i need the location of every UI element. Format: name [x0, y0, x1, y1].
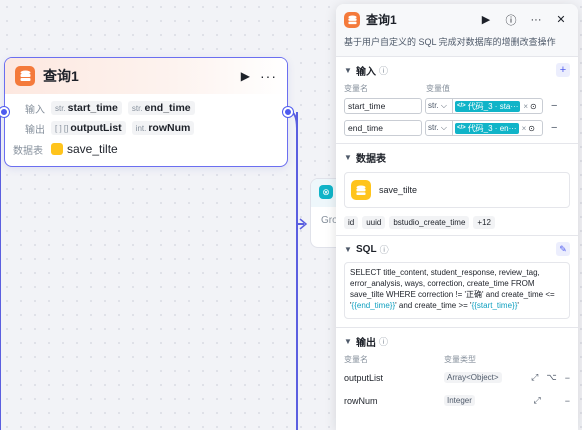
- output-name: outputList: [344, 372, 384, 383]
- table-section-header[interactable]: ▼ 数据表: [344, 144, 570, 170]
- remove-output-icon[interactable]: −: [565, 373, 570, 383]
- node-table-row: 数据表 save_tilte: [5, 138, 287, 160]
- output-tag: int. rowNum: [131, 121, 195, 135]
- sql-section: ▼ SQL ⓘ ✎ SELECT title_content, student_…: [336, 235, 578, 319]
- info-icon: ⓘ: [379, 336, 389, 347]
- sql-generate-icon[interactable]: ✎: [556, 242, 570, 256]
- input-name-field[interactable]: start_time: [344, 98, 422, 114]
- input-row: start_time str. ⌵ </> 代码_3 · sta··· × ⊙ −: [344, 95, 570, 117]
- node-output-port[interactable]: [283, 107, 293, 117]
- run-icon[interactable]: ▶: [477, 13, 495, 26]
- loop-icon: ⊗: [319, 185, 333, 199]
- node-inputs-row: 输入 str. start_time str. end_time: [5, 98, 287, 118]
- outputs-label: 输出: [25, 124, 45, 136]
- remove-input-button[interactable]: −: [551, 100, 557, 112]
- database-icon: [344, 11, 360, 28]
- output-section-header[interactable]: ▼ 输出 ⓘ: [344, 328, 570, 354]
- table-card[interactable]: save_tilte: [344, 172, 570, 208]
- info-icon: ⓘ: [379, 244, 389, 255]
- chevron-down-icon[interactable]: ▼: [344, 153, 356, 162]
- table-section: ▼ 数据表 save_tilte id uuid bstudio_create_…: [336, 143, 578, 235]
- run-icon[interactable]: ▶: [241, 69, 250, 83]
- type-select[interactable]: str. ⌵: [425, 120, 453, 136]
- table-section-title: 数据表: [356, 153, 386, 165]
- ref-tag: </> 代码_3 · en···: [455, 122, 519, 134]
- node-title: 查询1: [43, 68, 79, 84]
- field-chip: uuid: [362, 216, 386, 229]
- sql-editor[interactable]: SELECT title_content, student_response, …: [344, 262, 570, 319]
- type-select[interactable]: str. ⌵: [425, 98, 453, 114]
- input-ref-field[interactable]: </> 代码_3 · sta··· × ⊙: [453, 98, 543, 114]
- remove-output-icon[interactable]: −: [565, 396, 570, 406]
- chevron-down-icon[interactable]: ▼: [344, 66, 356, 75]
- input-row: end_time str. ⌵ </> 代码_3 · en··· × ⊙ −: [344, 117, 570, 139]
- input-section: ▼ 输入 ⓘ + 变量名 变量值 start_time str. ⌵ </> 代码…: [336, 56, 578, 139]
- remove-input-button[interactable]: −: [551, 122, 557, 134]
- database-icon: [15, 66, 35, 86]
- output-tag: [ ] [] outputList: [51, 121, 126, 135]
- help-icon[interactable]: ⓘ: [502, 12, 520, 28]
- input-tag: str. end_time: [127, 101, 195, 115]
- input-ref-field[interactable]: </> 代码_3 · en··· × ⊙: [453, 120, 543, 136]
- table-name: save_tilte: [67, 142, 118, 156]
- more-icon[interactable]: ···: [527, 14, 545, 26]
- sql-section-header[interactable]: ▼ SQL ⓘ ✎: [344, 236, 570, 262]
- field-chip: bstudio_create_time: [389, 216, 470, 229]
- add-child-icon[interactable]: ⌥: [546, 372, 556, 383]
- target-icon[interactable]: ⊙: [528, 124, 535, 133]
- output-name: rowNum: [344, 395, 378, 406]
- node-outputs-row: 输出 [ ] [] outputList int. rowNum: [5, 118, 287, 138]
- node-config-panel: 查询1 ▶ ⓘ ··· ✕ 基于用户自定义的 SQL 完成对数据库的增删改查操作…: [336, 4, 578, 430]
- output-col-header: 变量名 变量类型: [344, 355, 476, 364]
- node-header: 查询1 ▶ ···: [5, 58, 287, 94]
- table-icon: [351, 180, 371, 200]
- field-chips: id uuid bstudio_create_time +12: [344, 216, 570, 235]
- input-section-title: 输入: [356, 66, 376, 78]
- input-col-header: 变量名 变量值: [344, 84, 450, 93]
- output-row: rowNum Integer ⤢ −: [344, 389, 570, 412]
- ref-tag: </> 代码_3 · sta···: [455, 100, 521, 112]
- input-tag: str. start_time: [51, 101, 122, 115]
- output-type: Integer: [444, 395, 475, 406]
- panel-description: 基于用户自定义的 SQL 完成对数据库的增删改查操作: [336, 35, 578, 56]
- expand-icon[interactable]: ⤢: [534, 395, 541, 406]
- table-name: save_tilte: [379, 185, 418, 195]
- sql-section-title: SQL: [356, 243, 377, 255]
- table-icon: [51, 143, 63, 155]
- panel-header: 查询1 ▶ ⓘ ··· ✕: [336, 4, 578, 35]
- clear-icon[interactable]: ×: [522, 124, 527, 133]
- expand-icon[interactable]: ⤢: [531, 372, 538, 383]
- close-icon[interactable]: ✕: [552, 13, 570, 26]
- target-icon[interactable]: ⊙: [530, 102, 537, 111]
- output-type: Array<Object>: [444, 372, 502, 383]
- table-label: 数据表: [13, 145, 43, 157]
- output-section: ▼ 输出 ⓘ 变量名 变量类型 outputList Array<Object>…: [336, 327, 578, 412]
- output-section-title: 输出: [356, 337, 376, 349]
- panel-title: 查询1: [366, 13, 397, 27]
- info-icon: ⓘ: [379, 65, 389, 76]
- add-input-button[interactable]: +: [556, 63, 570, 77]
- more-icon[interactable]: ···: [260, 68, 277, 84]
- more-fields-chip[interactable]: +12: [473, 216, 495, 229]
- field-chip: id: [344, 216, 359, 229]
- query-node[interactable]: 查询1 ▶ ··· 输入 str. start_time str. end_time…: [4, 57, 288, 167]
- input-section-header[interactable]: ▼ 输入 ⓘ +: [344, 57, 570, 83]
- chevron-down-icon[interactable]: ▼: [344, 337, 356, 346]
- chevron-down-icon[interactable]: ▼: [344, 245, 356, 254]
- inputs-label: 输入: [25, 104, 45, 116]
- input-name-field[interactable]: end_time: [344, 120, 422, 136]
- output-row: outputList Array<Object> ⤢ ⌥ −: [344, 366, 570, 389]
- clear-icon[interactable]: ×: [523, 102, 528, 111]
